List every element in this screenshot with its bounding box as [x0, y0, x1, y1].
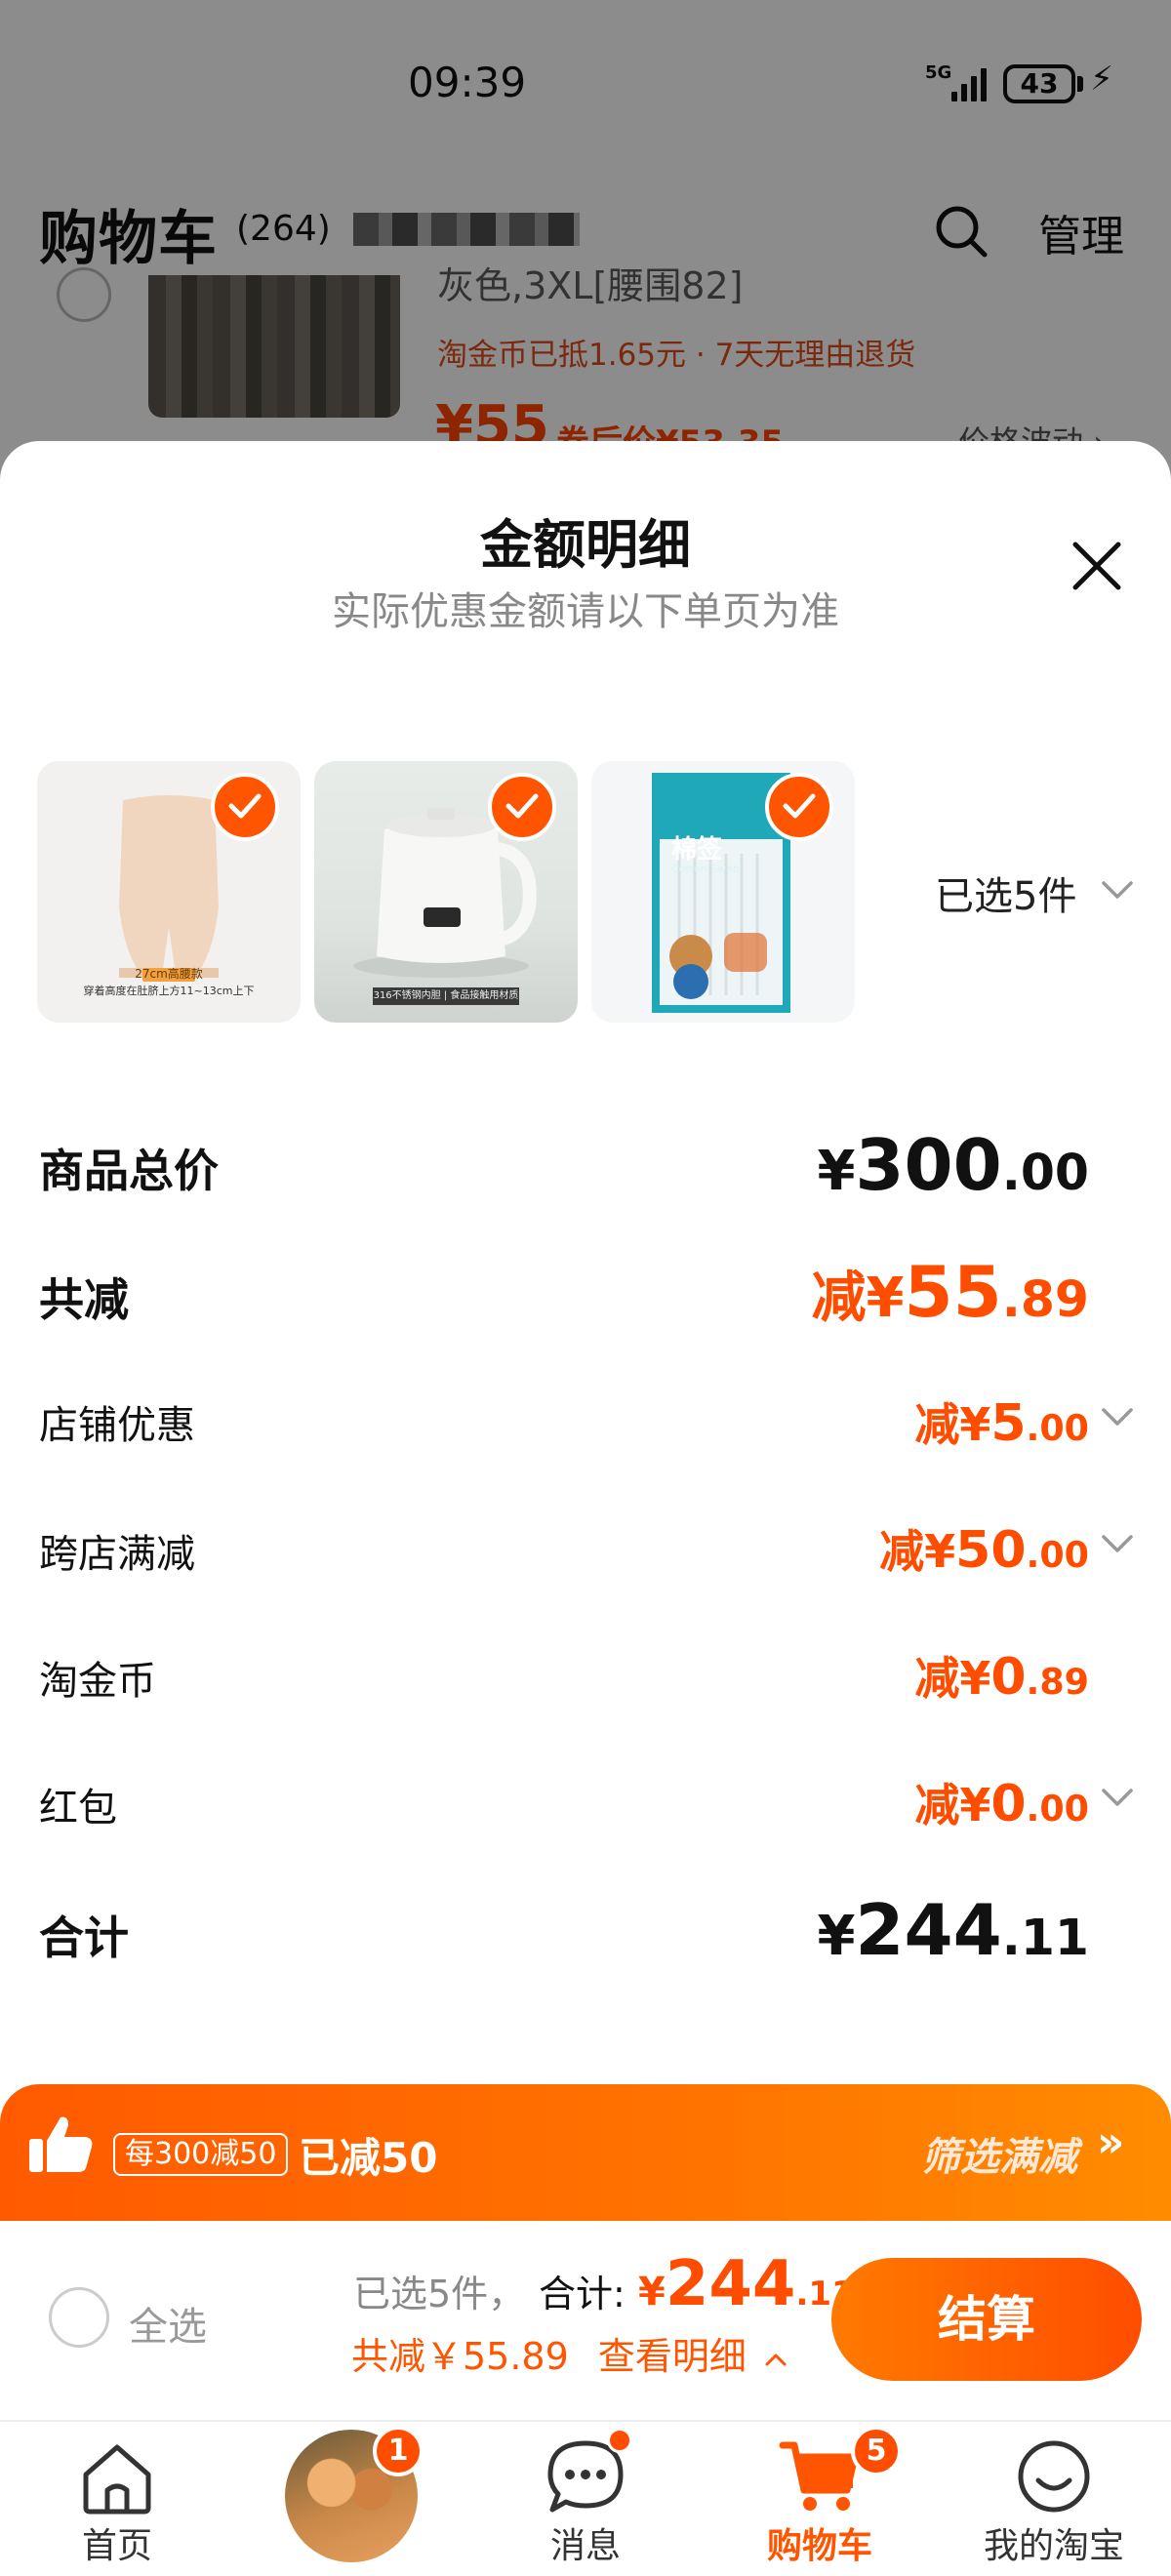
- promo-saved-text: 已减50: [299, 2134, 438, 2182]
- tab-cart[interactable]: 购物车: [742, 2517, 898, 2568]
- total-label: 合计:: [539, 2273, 626, 2315]
- shapewear-caption-tag: 27cm高腰款: [135, 967, 203, 981]
- row-label-total: 合计: [39, 1912, 129, 1964]
- cart-badge: 5: [851, 2426, 902, 2476]
- check-icon[interactable]: [765, 773, 833, 841]
- row-label-subtotal: 商品总价: [39, 1145, 219, 1197]
- row-value-cross-store[interactable]: 减¥50.00: [879, 1516, 1089, 1581]
- row-value-coins: 减¥0.89: [914, 1648, 1089, 1707]
- selected-summary: 已选5件，: [353, 2273, 526, 2315]
- thumbs-up-icon: [29, 2116, 93, 2172]
- chevron-down-icon[interactable]: [1101, 1788, 1134, 1807]
- row-value-total-discount: 减¥55.89: [811, 1251, 1089, 1333]
- kettle-caption: 316不锈钢内胆 | 食品接触用材质: [373, 990, 519, 1001]
- tab-my-taobao[interactable]: 我的淘宝: [976, 2517, 1132, 2568]
- total-price: ¥244.11: [638, 2248, 855, 2320]
- chevron-down-icon[interactable]: [1101, 880, 1134, 900]
- product-thumb-cotton-swab[interactable]: 棉签 Cotton Swab: [591, 761, 855, 1023]
- cotton-swab-brand: 棉签: [671, 835, 723, 865]
- saved-amount: 共减￥55.89 查看明细: [351, 2326, 787, 2380]
- smile-icon[interactable]: [1013, 2435, 1095, 2517]
- filter-discount-link[interactable]: 筛选满减: [921, 2125, 1077, 2182]
- background-cart-page: 09:39 5G 43 ⚡ 购物车 (264) 管理 灰色,3XL[腰围82] …: [0, 0, 1171, 507]
- sheet-title: 金额明细: [480, 514, 691, 576]
- selected-count[interactable]: 已选5件: [935, 865, 1076, 921]
- chevron-up-icon[interactable]: [764, 2352, 787, 2367]
- sheet-subtitle: 实际优惠金额请以下单页为准: [332, 589, 839, 634]
- avatar-badge: 1: [373, 2426, 424, 2476]
- row-label-cross-store: 跨店满减: [39, 1532, 195, 1577]
- row-value-total: ¥244.11: [817, 1889, 1089, 1971]
- select-all-radio[interactable]: [49, 2287, 109, 2348]
- tab-home[interactable]: 首页: [39, 2517, 195, 2568]
- row-label-coins: 淘金币: [39, 1659, 156, 1704]
- chevron-down-icon[interactable]: [1101, 1407, 1134, 1427]
- home-icon[interactable]: [76, 2435, 158, 2517]
- promo-rule-tag: 每300减50: [113, 2133, 289, 2176]
- tab-messages[interactable]: 消息: [507, 2517, 664, 2568]
- chevron-down-icon[interactable]: [1101, 1534, 1134, 1553]
- select-all-label[interactable]: 全选: [129, 2295, 207, 2352]
- view-detail-link[interactable]: 查看明细: [598, 2335, 747, 2378]
- double-chevron-right-icon[interactable]: »: [1097, 2117, 1124, 2167]
- cotton-swab-sub: Cotton Swab: [671, 863, 740, 875]
- row-value-red-packet[interactable]: 减¥0.00: [914, 1770, 1089, 1834]
- check-icon[interactable]: [488, 773, 556, 841]
- product-thumb-kettle[interactable]: 316不锈钢内胆 | 食品接触用材质: [314, 761, 578, 1023]
- row-label-red-packet: 红包: [39, 1786, 117, 1831]
- shapewear-caption: 穿着高度在肚脐上方11~13cm上下: [83, 985, 255, 997]
- row-label-total-discount: 共减: [39, 1273, 129, 1326]
- cart-icon[interactable]: [779, 2435, 861, 2517]
- row-value-store-discount[interactable]: 减¥5.00: [914, 1389, 1089, 1454]
- row-label-store-discount: 店铺优惠: [39, 1403, 195, 1448]
- modal-overlay[interactable]: [0, 0, 1171, 507]
- message-dot: [607, 2428, 632, 2453]
- close-icon[interactable]: [1070, 539, 1124, 593]
- row-value-subtotal: ¥300.00: [817, 1124, 1089, 1206]
- checkout-button[interactable]: 结算: [831, 2258, 1142, 2381]
- saved-text: 共减￥55.89: [351, 2335, 569, 2378]
- check-icon[interactable]: [211, 773, 279, 841]
- product-thumb-shapewear[interactable]: 27cm高腰款 穿着高度在肚脐上方11~13cm上下: [37, 761, 301, 1023]
